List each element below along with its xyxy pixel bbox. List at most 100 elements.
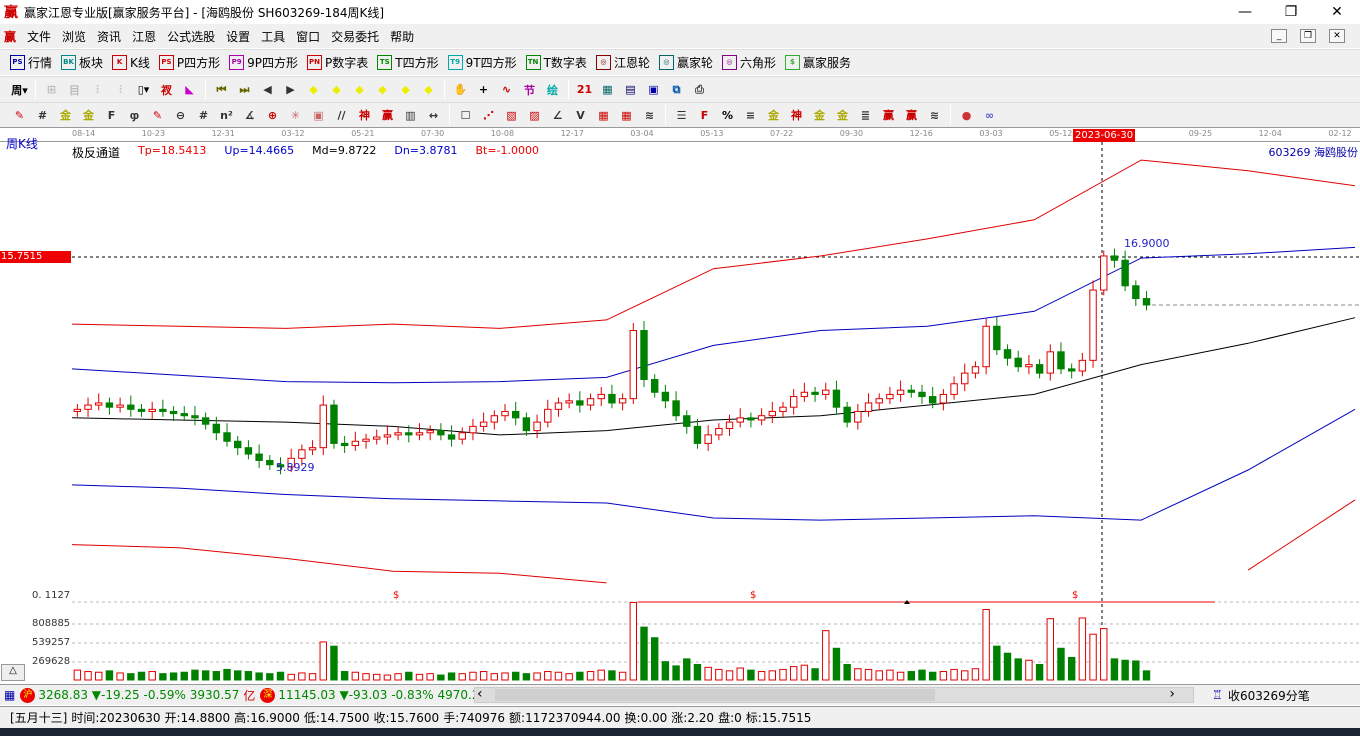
grid-icon[interactable]: # (34, 107, 51, 124)
fan-icon[interactable]: ⋰ (480, 107, 497, 124)
pen-icon[interactable]: ∿ (498, 81, 515, 98)
gold-3-icon[interactable]: 金 (765, 107, 782, 124)
minimize-button[interactable]: — (1222, 4, 1268, 20)
scroll-up-button[interactable]: △ (1, 664, 25, 681)
win-2-icon[interactable]: 赢 (880, 107, 897, 124)
flag-icon[interactable]: ◣ (181, 81, 198, 98)
f-tool-icon[interactable]: F (103, 107, 120, 124)
god-2-icon[interactable]: 神 (788, 107, 805, 124)
gray-tool-4-icon[interactable]: ⫶ (112, 81, 129, 98)
draw-pen-icon[interactable]: ✎ (11, 107, 28, 124)
candle-type-icon[interactable]: ▯▾ (135, 81, 152, 98)
left-icon[interactable]: ◀ (259, 81, 276, 98)
square-web-icon[interactable]: ▣ (310, 107, 327, 124)
calendar-icon[interactable]: 21 (576, 81, 593, 98)
win-3-icon[interactable]: 赢 (903, 107, 920, 124)
menu-8[interactable]: 交易委托 (331, 28, 379, 45)
gold-1-icon[interactable]: 金 (57, 107, 74, 124)
god-icon[interactable]: 神 (356, 107, 373, 124)
toolbar-button-3[interactable]: PS P四方形 (158, 54, 220, 71)
formula-icon[interactable]: 衩 (158, 81, 175, 98)
infinity-icon[interactable]: ∞ (981, 107, 998, 124)
toolbar-button-7[interactable]: T9 9T四方形 (447, 54, 517, 71)
save-icon[interactable]: ▣ (645, 81, 662, 98)
menu-2[interactable]: 资讯 (97, 28, 121, 45)
right-icon[interactable]: ▶ (282, 81, 299, 98)
menu-4[interactable]: 公式选股 (167, 28, 215, 45)
gold-4-icon[interactable]: 金 (811, 107, 828, 124)
node-icon[interactable]: 节 (521, 81, 538, 98)
period-week-icon[interactable]: 周▾ (11, 81, 28, 98)
toolbar-button-9[interactable]: ◎ 江恩轮 (595, 54, 650, 71)
zoom-h-icon[interactable]: ◆ (351, 81, 368, 98)
box-icon[interactable]: ☐ (457, 107, 474, 124)
circle-tool-icon[interactable]: ⊖ (172, 107, 189, 124)
zoom-in-icon[interactable]: ◆ (397, 81, 414, 98)
angle2-icon[interactable]: ∠ (549, 107, 566, 124)
star-icon[interactable]: ✳ (287, 107, 304, 124)
toolbar-button-0[interactable]: PS 行情 (10, 54, 52, 71)
mdi-close-button[interactable]: ✕ (1329, 29, 1345, 43)
app-menu-logo[interactable]: 赢 (4, 28, 16, 45)
win-icon[interactable]: 赢 (379, 107, 396, 124)
toolbar-button-10[interactable]: ◎ 赢家轮 (658, 54, 713, 71)
parallel-icon[interactable]: // (333, 107, 350, 124)
nav-right-icon[interactable]: ◆ (328, 81, 345, 98)
menu-9[interactable]: 帮助 (390, 28, 414, 45)
toolbar-button-6[interactable]: TS T四方形 (377, 54, 439, 71)
ruler-icon[interactable]: ▥ (402, 107, 419, 124)
scroll-thumb[interactable] (495, 689, 935, 701)
lines-2-icon[interactable]: ≋ (926, 107, 943, 124)
menu-3[interactable]: 江恩 (132, 28, 156, 45)
gann-grid-icon[interactable]: ▦ (595, 107, 612, 124)
export-icon[interactable]: ⧉ (668, 81, 685, 98)
crosshair-icon[interactable]: + (475, 81, 492, 98)
pattern-icon[interactable]: 绘 (544, 81, 561, 98)
zoom-x-icon[interactable]: ◆ (374, 81, 391, 98)
mdi-minimize-button[interactable]: _ (1271, 29, 1287, 43)
gann-grid2-icon[interactable]: ▦ (618, 107, 635, 124)
toolbar-button-8[interactable]: TN T数字表 (525, 54, 587, 71)
n2-icon[interactable]: n² (218, 107, 235, 124)
toolbar-button-2[interactable]: K K线 (112, 54, 150, 71)
percent-icon[interactable]: % (719, 107, 736, 124)
f-red-icon[interactable]: F (696, 107, 713, 124)
fan-box-icon[interactable]: ▧ (503, 107, 520, 124)
last-icon[interactable]: ⏭ (236, 81, 253, 98)
spiral-icon[interactable]: ჶ (126, 107, 143, 124)
list-icon[interactable]: ☰ (673, 107, 690, 124)
calculator-icon[interactable]: ▦ (599, 81, 616, 98)
scroll-left-button[interactable]: ‹ (477, 686, 483, 702)
toolbar-button-12[interactable]: $ 赢家服务 (784, 54, 851, 71)
lines-icon[interactable]: ≋ (641, 107, 658, 124)
hand-icon[interactable]: ✋ (452, 81, 469, 98)
first-icon[interactable]: ⏮ (213, 81, 230, 98)
menu-0[interactable]: 文件 (27, 28, 51, 45)
gray-tool-2-icon[interactable]: 目 (66, 81, 83, 98)
menu-1[interactable]: 浏览 (62, 28, 86, 45)
nav-left-icon[interactable]: ◆ (305, 81, 322, 98)
grid2-icon[interactable]: # (195, 107, 212, 124)
angle-icon[interactable]: ∡ (241, 107, 258, 124)
steps-icon[interactable]: ≡ (742, 107, 759, 124)
ticker-scrollbar[interactable]: ‹ › (474, 686, 1194, 703)
gold-5-icon[interactable]: 金 (834, 107, 851, 124)
fan-box2-icon[interactable]: ▨ (526, 107, 543, 124)
target-icon[interactable]: ⊕ (264, 107, 281, 124)
gray-tool-3-icon[interactable]: ⫶ (89, 81, 106, 98)
zoom-v-icon[interactable]: ◆ (420, 81, 437, 98)
menu-6[interactable]: 工具 (261, 28, 285, 45)
v-icon[interactable]: V (572, 107, 589, 124)
gray-tool-1-icon[interactable]: ⊞ (43, 81, 60, 98)
scroll-right-button[interactable]: › (1169, 686, 1175, 702)
toolbar-button-5[interactable]: PN P数字表 (307, 54, 368, 71)
menu-5[interactable]: 设置 (226, 28, 250, 45)
toolbar-button-4[interactable]: P9 9P四方形 (229, 54, 298, 71)
pen2-icon[interactable]: ✎ (149, 107, 166, 124)
mdi-restore-button[interactable]: ❐ (1300, 29, 1316, 43)
notes-icon[interactable]: ▤ (622, 81, 639, 98)
maximize-button[interactable]: ❐ (1268, 4, 1314, 20)
toolbar-button-11[interactable]: ◎ 六角形 (721, 54, 776, 71)
ball-icon[interactable]: ● (958, 107, 975, 124)
close-button[interactable]: ✕ (1314, 4, 1360, 20)
